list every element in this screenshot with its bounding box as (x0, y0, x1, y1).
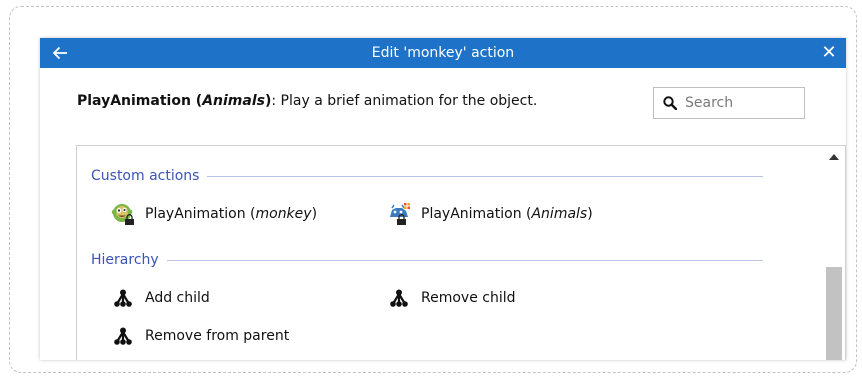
section-header-custom-actions: Custom actions (91, 168, 764, 184)
section-divider (207, 175, 764, 177)
search-box[interactable] (653, 87, 805, 119)
list-item-remove-child[interactable]: Remove child (387, 286, 516, 310)
section-title: Custom actions (91, 168, 200, 184)
monkey-object-icon (111, 202, 135, 226)
list-item-playanimation-animals[interactable]: PlayAnimation (Animals) (387, 202, 593, 226)
search-icon (663, 96, 677, 110)
list-item-remove-from-parent[interactable]: Remove from parent (111, 324, 289, 348)
hierarchy-icon (387, 286, 411, 310)
caret-up-icon (829, 154, 839, 160)
list-item-label: PlayAnimation (monkey) (145, 206, 318, 222)
section-divider (166, 259, 763, 261)
scroll-thumb[interactable] (826, 267, 842, 360)
section-header-hierarchy: Hierarchy (91, 252, 763, 268)
vertical-scrollbar[interactable] (823, 146, 845, 360)
animals-group-icon (387, 202, 411, 226)
actions-list: Custom actions PlayAnimation (monkey) Pl… (76, 145, 846, 360)
scroll-up-button[interactable] (823, 148, 845, 166)
action-name: PlayAnimation (Animals) (77, 93, 272, 109)
search-input[interactable] (683, 94, 797, 112)
back-button[interactable] (47, 38, 73, 68)
hierarchy-icon (111, 286, 135, 310)
hierarchy-icon (111, 324, 135, 348)
edit-action-dialog: Edit 'monkey' action ✕ PlayAnimation (An… (40, 38, 846, 360)
list-item-label: Remove child (421, 290, 516, 306)
action-description: PlayAnimation (Animals): Play a brief an… (77, 93, 537, 109)
section-title: Hierarchy (91, 252, 159, 268)
list-item-label: Add child (145, 290, 210, 306)
list-item-label: Remove from parent (145, 328, 290, 344)
list-item-add-child[interactable]: Add child (111, 286, 210, 310)
list-item-label: PlayAnimation (Animals) (421, 206, 593, 222)
close-button[interactable]: ✕ (816, 38, 842, 68)
dialog-title: Edit 'monkey' action (371, 45, 515, 61)
list-item-playanimation-monkey[interactable]: PlayAnimation (monkey) (111, 202, 317, 226)
dialog-titlebar: Edit 'monkey' action ✕ (40, 38, 846, 68)
action-description-text: : Play a brief animation for the object. (271, 93, 538, 109)
arrow-left-icon (52, 46, 67, 60)
close-icon: ✕ (821, 42, 837, 63)
